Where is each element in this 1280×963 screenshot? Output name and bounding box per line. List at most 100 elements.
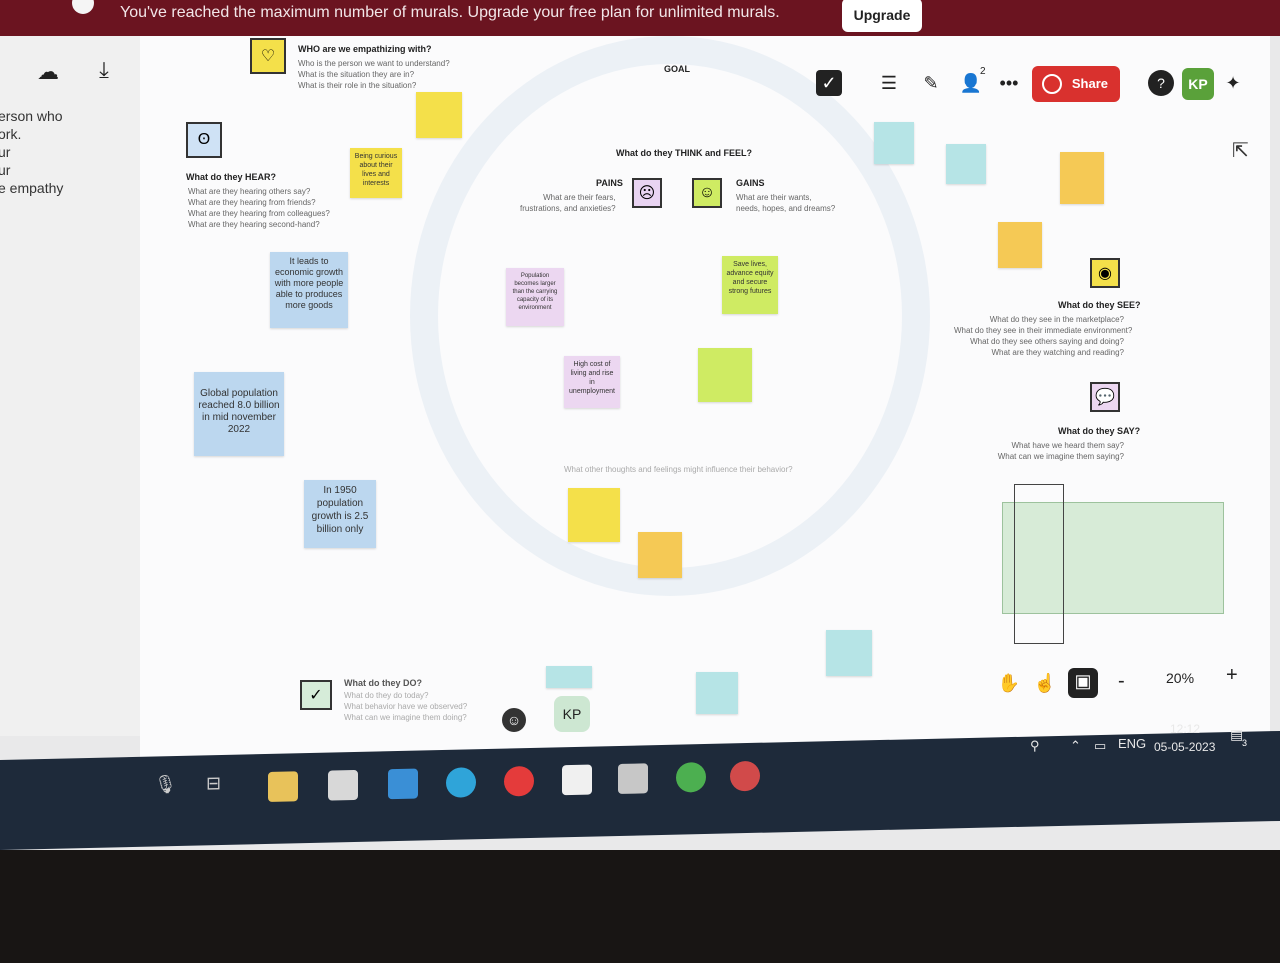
info-icon bbox=[72, 0, 94, 14]
emoji-reaction-icon[interactable]: ☺ bbox=[502, 708, 526, 732]
who-line: What is the situation they are in? bbox=[298, 70, 415, 79]
ear-icon: ʘ bbox=[186, 122, 222, 158]
chrome-icon[interactable] bbox=[676, 761, 706, 793]
sticky-note[interactable] bbox=[416, 92, 462, 138]
clock-time[interactable]: 12:12 bbox=[1170, 722, 1200, 736]
browser-window: You've reached the maximum number of mur… bbox=[0, 0, 1280, 850]
user-avatar[interactable]: KP bbox=[1182, 68, 1214, 100]
more-icon[interactable]: ••• bbox=[996, 70, 1022, 96]
sticky-note[interactable] bbox=[946, 144, 986, 184]
sticky-note[interactable] bbox=[1060, 152, 1104, 204]
speech-bubble-icon: 💬 bbox=[1090, 382, 1120, 412]
file-explorer-icon[interactable] bbox=[268, 771, 298, 802]
who-line: What is their role in the situation? bbox=[298, 81, 417, 90]
goal-label: GOAL bbox=[664, 64, 690, 74]
think-feel-title: What do they THINK and FEEL? bbox=[616, 148, 752, 158]
upgrade-banner: You've reached the maximum number of mur… bbox=[0, 0, 1280, 36]
hand-tool-icon[interactable]: ✋ bbox=[996, 670, 1022, 696]
sad-face-icon: ☹ bbox=[632, 178, 662, 208]
sticky-note[interactable]: It leads to economic growth with more pe… bbox=[270, 252, 348, 328]
hear-line: What are they hearing second-hand? bbox=[188, 220, 320, 229]
sticky-note[interactable]: Population becomes larger than the carry… bbox=[506, 268, 564, 326]
hear-line: What are they hearing from colleagues? bbox=[188, 209, 330, 218]
cursor-avatar: KP bbox=[554, 696, 590, 732]
see-line: What are they watching and reading? bbox=[991, 348, 1124, 357]
mail-icon[interactable] bbox=[388, 768, 418, 800]
say-line: What can we imagine them saying? bbox=[997, 452, 1124, 461]
see-line: What do they see others saying and doing… bbox=[970, 337, 1124, 346]
map-icon[interactable]: ▣ bbox=[1068, 668, 1098, 698]
store-icon[interactable] bbox=[328, 769, 358, 801]
sticky-note[interactable] bbox=[568, 488, 620, 542]
sticky-note[interactable]: Save lives, advance equity and secure st… bbox=[722, 256, 778, 314]
clock-date[interactable]: 05-05-2023 bbox=[1154, 740, 1215, 754]
zoom-out-button[interactable]: - bbox=[1118, 670, 1125, 693]
participant-count: 2 bbox=[980, 66, 986, 77]
say-title: What do they SAY? bbox=[1058, 426, 1141, 436]
gains-lines: What are their wants, needs, hopes, and … bbox=[736, 192, 835, 214]
eye-icon: ◉ bbox=[1090, 258, 1120, 288]
outline-icon[interactable]: ☰ bbox=[876, 70, 902, 96]
comment-icon[interactable]: ✎ bbox=[918, 70, 944, 96]
pains-line: What are their fears, bbox=[543, 193, 616, 202]
help-icon[interactable]: ? bbox=[1148, 70, 1174, 96]
gains-line: What are their wants, bbox=[736, 193, 812, 202]
download-icon[interactable]: ⤓ bbox=[90, 56, 118, 84]
sticky-note[interactable]: High cost of living and rise in unemploy… bbox=[564, 356, 620, 408]
sticky-note[interactable] bbox=[546, 666, 592, 688]
mouse-pointer-icon: ⇱ bbox=[1232, 140, 1249, 162]
chevron-up-icon[interactable]: ⌃ bbox=[1070, 738, 1081, 754]
sticky-note[interactable] bbox=[638, 532, 682, 578]
hear-lines: What are they hearing others say? What a… bbox=[188, 186, 330, 230]
who-line: Who is the person we want to understand? bbox=[298, 59, 450, 68]
left-text-line: ork. bbox=[0, 126, 22, 142]
people-icon[interactable]: ⚲ bbox=[1030, 738, 1040, 754]
snipping-tool-icon[interactable] bbox=[618, 763, 648, 794]
left-text-line: e empathy bbox=[0, 180, 64, 196]
do-line: What can we imagine them doing? bbox=[344, 713, 467, 722]
zoom-controls: ✋ ☝ ▣ - 20% + bbox=[990, 664, 1250, 704]
sticky-note[interactable] bbox=[826, 630, 872, 676]
minimap-viewport[interactable] bbox=[1014, 484, 1064, 644]
see-line: What do they see in their immediate envi… bbox=[954, 326, 1133, 335]
sticky-note[interactable]: In 1950 population growth is 2.5 billion… bbox=[304, 480, 376, 548]
zoom-in-button[interactable]: + bbox=[1226, 664, 1238, 687]
upgrade-button[interactable]: Upgrade bbox=[842, 0, 922, 32]
see-line: What do they see in the marketplace? bbox=[989, 315, 1124, 324]
gains-title: GAINS bbox=[736, 178, 765, 188]
hear-title: What do they HEAR? bbox=[186, 172, 276, 182]
language-indicator[interactable]: ENG bbox=[1118, 736, 1146, 751]
sticky-note[interactable]: Global population reached 8.0 billion in… bbox=[194, 372, 284, 456]
heart-icon: ♡ bbox=[250, 38, 286, 74]
select-tool-icon[interactable]: ☝ bbox=[1032, 670, 1058, 696]
photo-of-screen: You've reached the maximum number of mur… bbox=[0, 0, 1280, 963]
see-lines: What do they see in the marketplace? Wha… bbox=[954, 314, 1133, 358]
do-lines: What do they do today? What behavior hav… bbox=[344, 690, 467, 723]
top-right-toolbar: ✓ ☰ ✎ 👤 2 ••• Share ? KP ✦ bbox=[812, 62, 1272, 106]
do-title: What do they DO? bbox=[344, 678, 422, 688]
pains-line: frustrations, and anxieties? bbox=[520, 204, 616, 213]
gains-line: needs, hopes, and dreams? bbox=[736, 204, 836, 213]
cloud-check-icon[interactable]: ☁ bbox=[34, 58, 62, 86]
microphone-icon[interactable]: 🎙 bbox=[154, 774, 184, 805]
do-line: What do they do today? bbox=[344, 691, 429, 700]
pains-lines: What are their fears, frustrations, and … bbox=[520, 192, 616, 214]
check-circle-icon: ✓ bbox=[300, 680, 332, 710]
head-outline-watermark bbox=[410, 36, 930, 596]
opera-icon[interactable] bbox=[504, 765, 534, 797]
sticky-note[interactable] bbox=[696, 672, 738, 714]
sparkle-icon[interactable]: ✦ bbox=[1220, 70, 1246, 96]
sticky-note[interactable]: Being curious about their lives and inte… bbox=[350, 148, 402, 198]
edge-icon[interactable] bbox=[446, 767, 476, 798]
sticky-note[interactable] bbox=[698, 348, 752, 402]
task-view-icon[interactable]: ⊟ bbox=[206, 773, 236, 804]
share-label: Share bbox=[1071, 76, 1108, 91]
sticky-note[interactable] bbox=[874, 122, 914, 164]
zoom-level: 20% bbox=[1166, 670, 1195, 686]
sticky-note[interactable] bbox=[998, 222, 1042, 268]
notepad-icon[interactable] bbox=[562, 764, 592, 796]
share-button[interactable]: Share bbox=[1032, 66, 1120, 102]
timer-icon[interactable]: ✓ bbox=[816, 70, 842, 96]
left-outline-panel: erson who ork. ur ur e empathy bbox=[0, 36, 140, 736]
chrome-profile-icon[interactable] bbox=[730, 760, 760, 792]
